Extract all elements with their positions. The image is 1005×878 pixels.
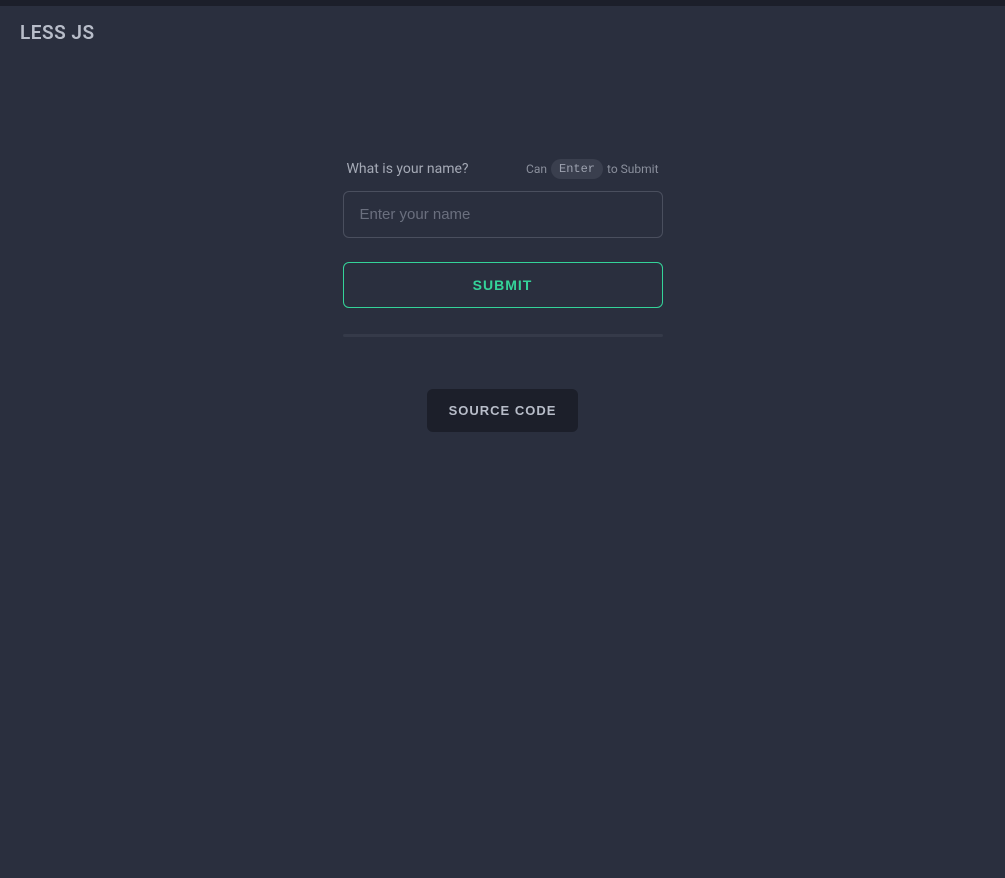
submit-button[interactable]: SUBMIT (343, 262, 663, 308)
label-row: What is your name? Can Enter to Submit (343, 159, 663, 179)
hint-suffix: to Submit (607, 162, 658, 176)
brand-title: LESS JS (20, 21, 985, 44)
divider (343, 334, 663, 337)
submit-hint: Can Enter to Submit (526, 159, 658, 179)
hint-prefix: Can (526, 162, 547, 176)
source-code-button[interactable]: SOURCE CODE (427, 389, 579, 432)
question-label: What is your name? (347, 161, 469, 177)
name-input[interactable] (343, 191, 663, 238)
main-container: What is your name? Can Enter to Submit S… (0, 159, 1005, 432)
header: LESS JS (0, 6, 1005, 59)
enter-key-badge: Enter (551, 159, 603, 179)
form-card: What is your name? Can Enter to Submit S… (343, 159, 663, 337)
